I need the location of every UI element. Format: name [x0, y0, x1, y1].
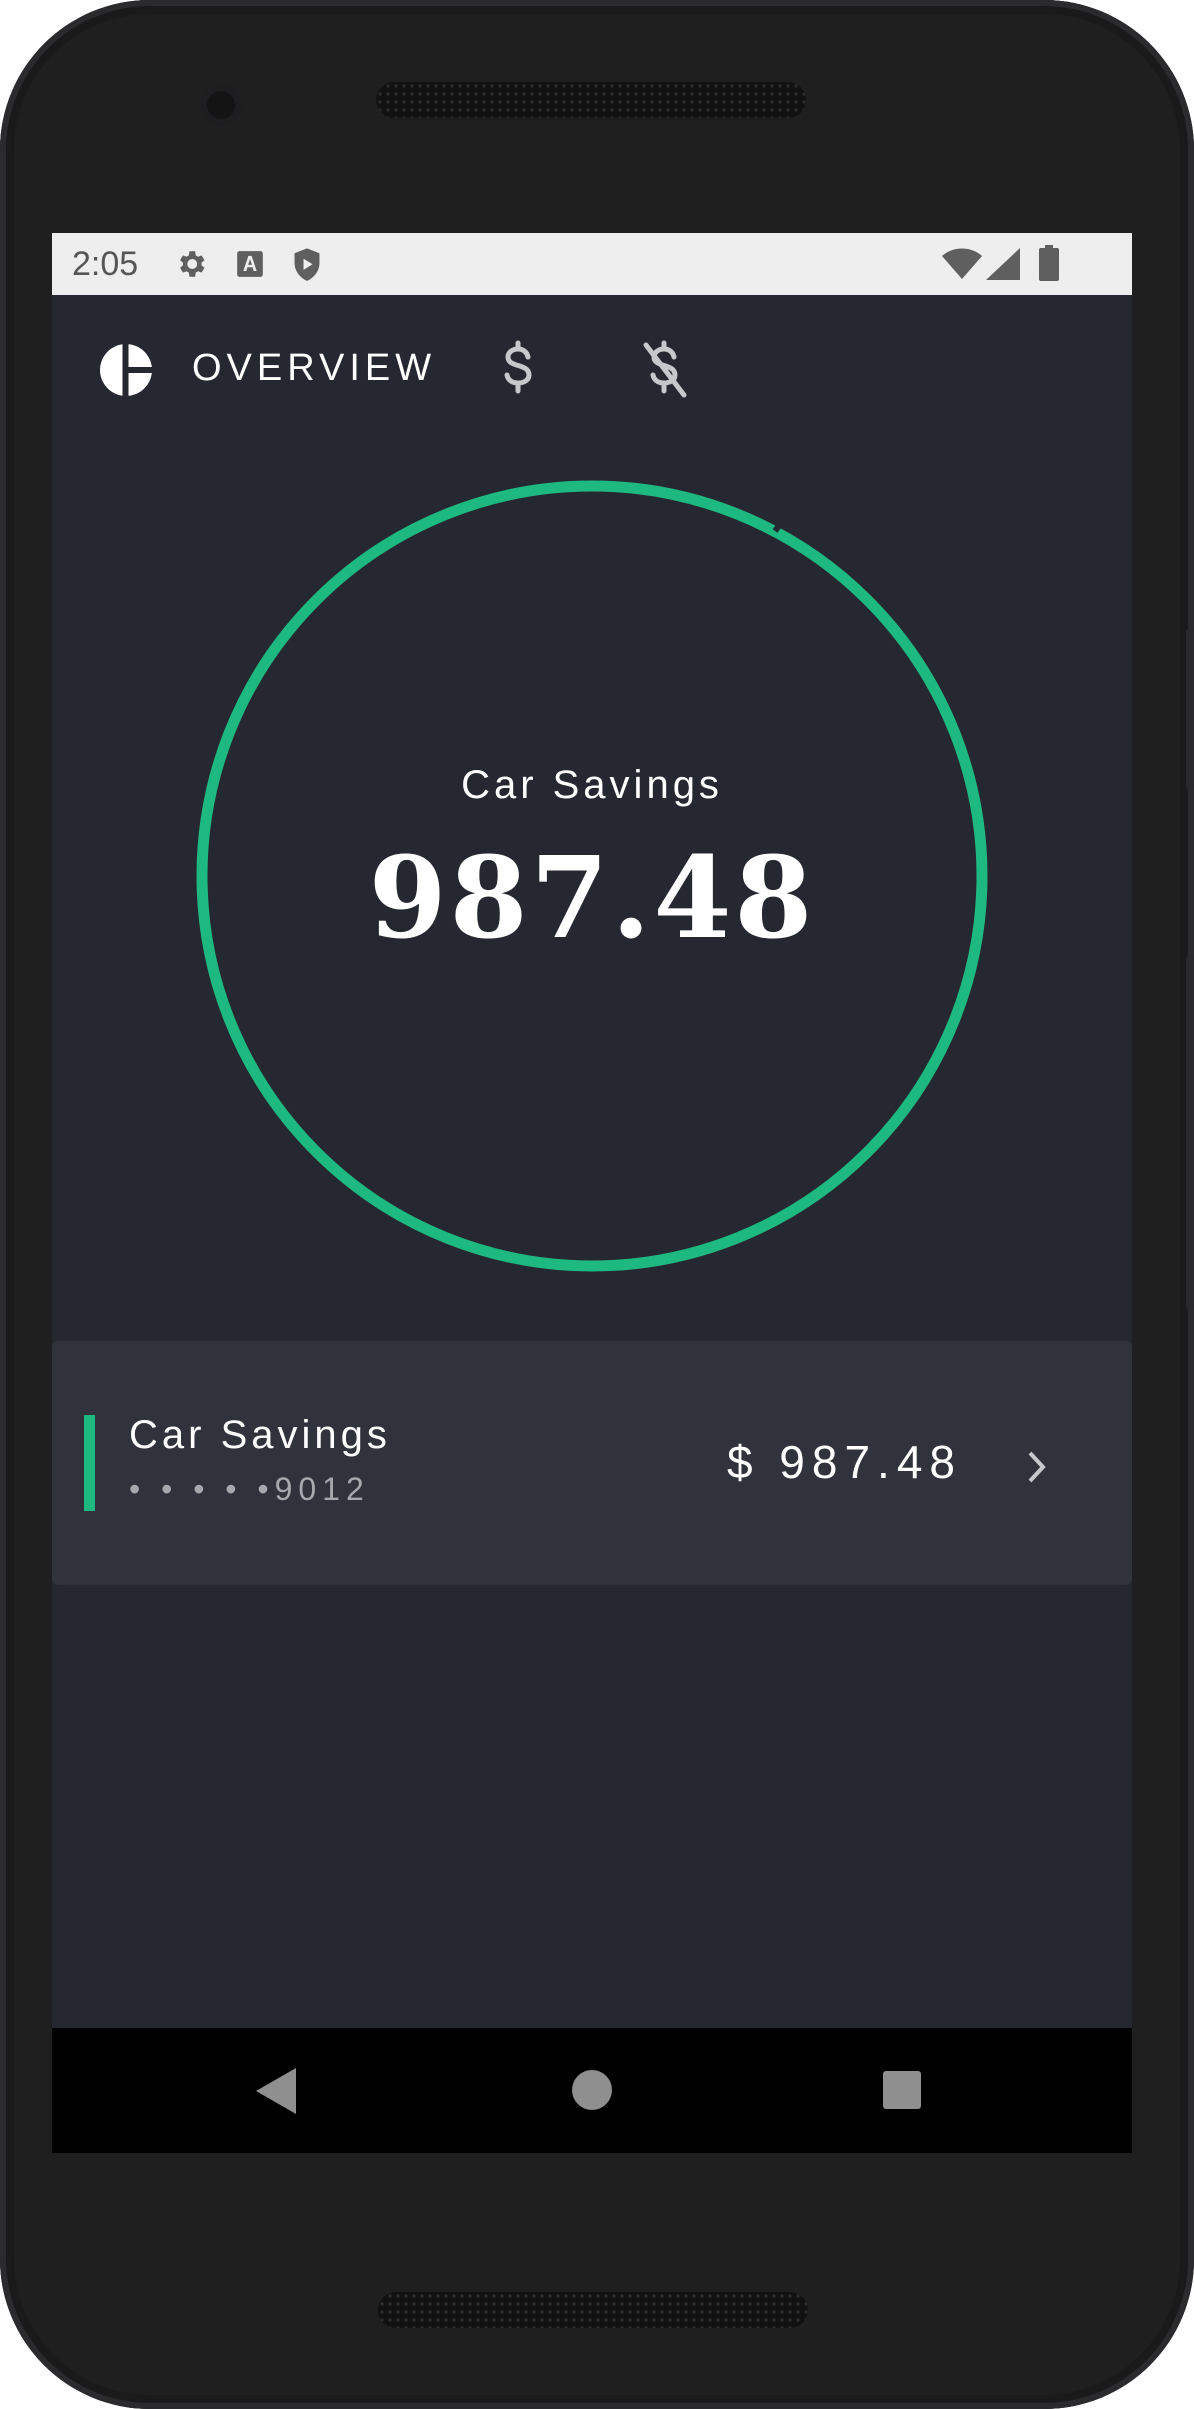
- play-shield-icon: [294, 248, 320, 281]
- home-icon[interactable]: [572, 2070, 612, 2110]
- overview-total: 987.48: [368, 833, 816, 964]
- text-a-icon: [237, 251, 263, 277]
- money-off-icon[interactable]: [640, 339, 690, 399]
- pie-chart-icon[interactable]: [98, 342, 154, 398]
- tab-overview[interactable]: OVERVIEW: [192, 347, 436, 390]
- account-number: • • • • •9012: [129, 1471, 370, 1507]
- account-amount: $ 987.48: [726, 1436, 962, 1488]
- status-time: 2:05: [72, 245, 139, 283]
- account-name: Car Savings: [129, 1413, 391, 1457]
- dollar-icon[interactable]: [498, 339, 538, 399]
- power-button: [1186, 628, 1194, 790]
- tab-bar: OVERVIEW: [52, 295, 1132, 435]
- chevron-right-icon[interactable]: [1022, 1447, 1052, 1487]
- phone-frame: 2:05 OVERVIEW Car Savings 987.48 Car Sav…: [0, 0, 1194, 2409]
- balance-ring-gap: [772, 517, 787, 533]
- gear-icon: [180, 251, 205, 277]
- battery-icon: [1039, 245, 1059, 281]
- bottom-speaker: [378, 2292, 808, 2328]
- account-color-bar: [84, 1415, 95, 1511]
- wifi-icon: [942, 248, 982, 279]
- divider: [84, 1788, 1100, 1790]
- volume-button: [1186, 955, 1194, 1310]
- navigation-bar: [52, 2028, 1132, 2153]
- overview-title: Car Savings: [461, 763, 723, 807]
- front-camera: [201, 85, 241, 125]
- back-icon[interactable]: [256, 2068, 300, 2114]
- top-speaker: [376, 82, 806, 118]
- screen: 2:05 OVERVIEW Car Savings 987.48 Car Sav…: [52, 233, 1132, 2153]
- account-card[interactable]: Car Savings • • • • •9012 $ 987.48: [52, 1341, 1132, 1585]
- recents-icon[interactable]: [883, 2071, 921, 2109]
- cellular-signal-icon: [986, 248, 1020, 280]
- status-bar: 2:05: [52, 233, 1132, 295]
